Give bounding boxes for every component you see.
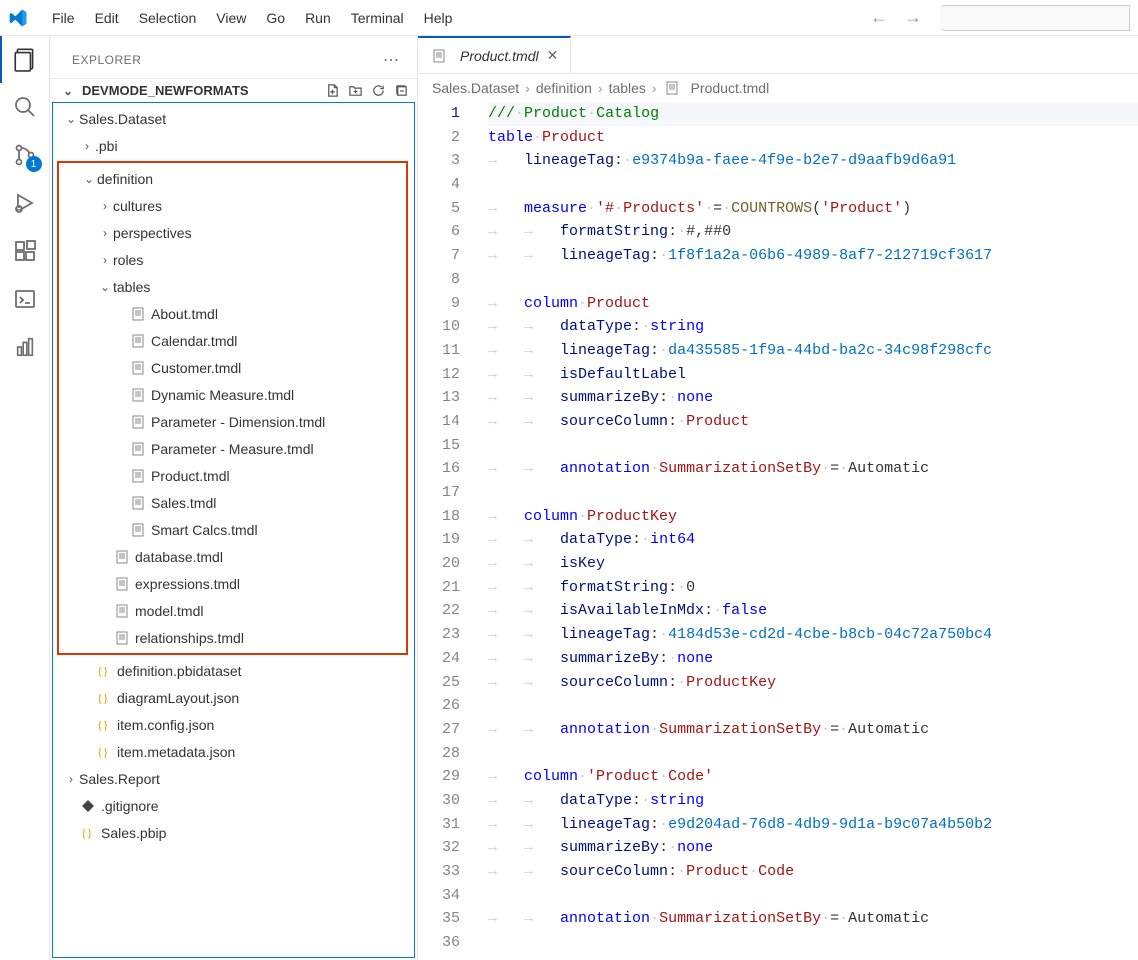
braces-icon: {} (95, 664, 113, 678)
file-parameter-measure-tmdl[interactable]: Parameter - Measure.tmdl (59, 435, 406, 462)
file-itemmetadata[interactable]: {}item.metadata.json (53, 738, 414, 765)
file-calendar-tmdl[interactable]: Calendar.tmdl (59, 327, 406, 354)
tmdl-file-icon (129, 307, 147, 321)
file-itemconfig[interactable]: {}item.config.json (53, 711, 414, 738)
file-model-tmdl[interactable]: model.tmdl (59, 597, 406, 624)
tmdl-file-icon (113, 604, 131, 618)
svg-text:{}: {} (97, 664, 109, 678)
tmdl-file-icon (113, 550, 131, 564)
powerbi-icon[interactable] (12, 334, 38, 360)
source-control-icon[interactable]: 1 (12, 142, 38, 168)
file-sales-pbip[interactable]: {}Sales.pbip (53, 819, 414, 846)
collapse-all-icon[interactable] (394, 83, 409, 98)
file-expressions-tmdl[interactable]: expressions.tmdl (59, 570, 406, 597)
folder-pbi[interactable]: ›.pbi (53, 132, 414, 159)
workspace-section-header[interactable]: ⌄ DEVMODE_NEWFORMATS (50, 78, 417, 102)
new-folder-icon[interactable] (348, 83, 363, 98)
search-icon[interactable] (12, 94, 38, 120)
workspace-name: DEVMODE_NEWFORMATS (82, 83, 249, 98)
breadcrumb[interactable]: Sales.Dataset›definition›tables›Product.… (418, 74, 1138, 102)
file-relationships-tmdl[interactable]: relationships.tmdl (59, 624, 406, 651)
folder-tables[interactable]: ⌄tables (59, 273, 406, 300)
folder-roles[interactable]: ›roles (59, 246, 406, 273)
refresh-icon[interactable] (371, 83, 386, 98)
file-sales-tmdl[interactable]: Sales.tmdl (59, 489, 406, 516)
file-definition-pbidataset[interactable]: {}definition.pbidataset (53, 657, 414, 684)
tmdl-file-icon (129, 361, 147, 375)
tmdl-file-icon (663, 81, 681, 95)
breadcrumb-segment[interactable]: definition (536, 80, 592, 96)
menu-selection[interactable]: Selection (129, 6, 207, 30)
file-customer-tmdl[interactable]: Customer.tmdl (59, 354, 406, 381)
menu-run[interactable]: Run (295, 6, 341, 30)
braces-icon: {} (79, 826, 97, 840)
run-debug-icon[interactable] (12, 190, 38, 216)
editor-tabs: Product.tmdl ✕ (418, 36, 1138, 74)
braces-icon: {} (95, 745, 113, 759)
tmdl-file-icon (129, 334, 147, 348)
svg-text:{}: {} (97, 691, 109, 705)
braces-icon: {} (95, 691, 113, 705)
menu-file[interactable]: File (42, 6, 85, 30)
tmdl-file-icon (430, 49, 448, 63)
svg-text:{}: {} (97, 718, 109, 732)
tmdl-file-icon (129, 388, 147, 402)
tmdl-file-icon (129, 496, 147, 510)
file-product-tmdl[interactable]: Product.tmdl (59, 462, 406, 489)
menu-help[interactable]: Help (414, 6, 463, 30)
breadcrumb-segment[interactable]: tables (609, 80, 646, 96)
close-icon[interactable]: ✕ (547, 47, 559, 64)
activity-bar: 1 (0, 36, 50, 960)
tmdl-file-icon (113, 631, 131, 645)
folder-sales-report[interactable]: ›Sales.Report (53, 765, 414, 792)
tab-product-tmdl[interactable]: Product.tmdl ✕ (418, 36, 571, 73)
sidebar-title: EXPLORER (72, 53, 141, 67)
explorer-sidebar: EXPLORER ⋯ ⌄ DEVMODE_NEWFORMATS ⌄Sales.D… (50, 36, 418, 960)
braces-icon: {} (95, 718, 113, 732)
nav-back-icon[interactable]: ← (862, 3, 896, 32)
scm-badge: 1 (26, 156, 42, 172)
file-tree[interactable]: ⌄Sales.Dataset ›.pbi ⌄definition ›cultur… (52, 102, 415, 958)
tmdl-file-icon (129, 469, 147, 483)
menu-terminal[interactable]: Terminal (341, 6, 414, 30)
menu-bar: FileEditSelectionViewGoRunTerminalHelp ←… (0, 0, 1138, 36)
tmdl-file-icon (129, 415, 147, 429)
file-parameter-dimension-tmdl[interactable]: Parameter - Dimension.tmdl (59, 408, 406, 435)
global-search-input[interactable] (940, 5, 1130, 31)
file-gitignore[interactable]: .gitignore (53, 792, 414, 819)
file-database-tmdl[interactable]: database.tmdl (59, 543, 406, 570)
highlighted-definition-section: ⌄definition ›cultures ›perspectives ›rol… (57, 161, 408, 655)
svg-text:{}: {} (81, 826, 93, 840)
chevron-down-icon: ⌄ (60, 84, 76, 98)
folder-definition[interactable]: ⌄definition (59, 165, 406, 192)
tmdl-file-icon (129, 442, 147, 456)
new-file-icon[interactable] (325, 83, 340, 98)
folder-sales-dataset[interactable]: ⌄Sales.Dataset (53, 105, 414, 132)
nav-forward-icon[interactable]: → (896, 3, 930, 32)
line-gutter: 1234567891011121314151617181920212223242… (418, 102, 480, 960)
tmdl-file-icon (113, 577, 131, 591)
terminal-panel-icon[interactable] (12, 286, 38, 312)
breadcrumb-segment[interactable]: Product.tmdl (691, 80, 770, 96)
file-smart-calcs-tmdl[interactable]: Smart Calcs.tmdl (59, 516, 406, 543)
code-editor[interactable]: 1234567891011121314151617181920212223242… (418, 102, 1138, 960)
tab-label: Product.tmdl (460, 48, 539, 64)
menu-go[interactable]: Go (256, 6, 295, 30)
folder-perspectives[interactable]: ›perspectives (59, 219, 406, 246)
extensions-icon[interactable] (12, 238, 38, 264)
file-about-tmdl[interactable]: About.tmdl (59, 300, 406, 327)
gitignore-icon (79, 799, 97, 813)
code-content[interactable]: ///·Product·Catalogtable·Product→ lineag… (480, 102, 1138, 960)
breadcrumb-segment[interactable]: Sales.Dataset (432, 80, 519, 96)
svg-text:{}: {} (97, 745, 109, 759)
explorer-icon[interactable] (12, 46, 38, 72)
file-dynamic-measure-tmdl[interactable]: Dynamic Measure.tmdl (59, 381, 406, 408)
menu-edit[interactable]: Edit (85, 6, 129, 30)
menu-view[interactable]: View (206, 6, 256, 30)
folder-cultures[interactable]: ›cultures (59, 192, 406, 219)
file-diagramlayout[interactable]: {}diagramLayout.json (53, 684, 414, 711)
vscode-logo-icon (8, 8, 28, 28)
tmdl-file-icon (129, 523, 147, 537)
sidebar-more-icon[interactable]: ⋯ (383, 50, 399, 70)
